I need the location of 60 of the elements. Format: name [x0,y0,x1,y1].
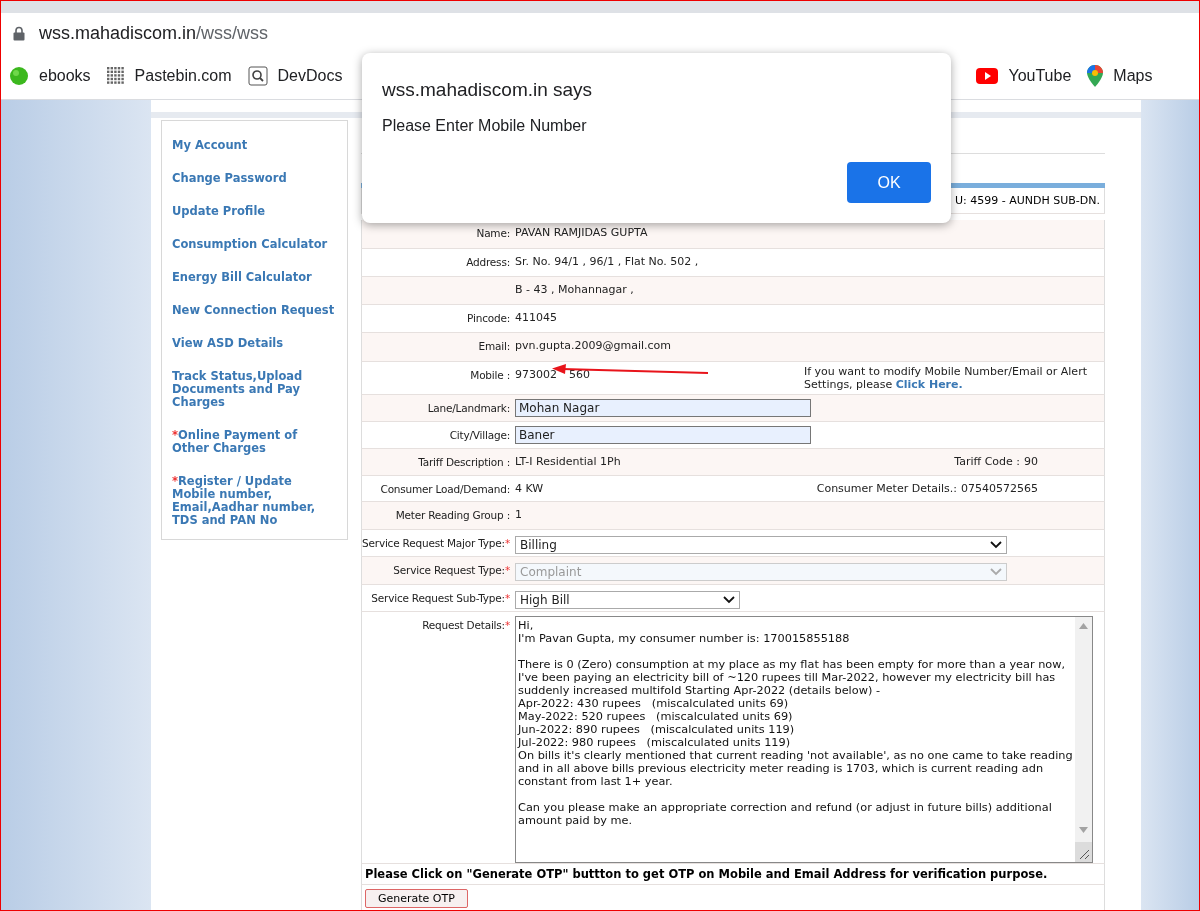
field-label: Consumer Meter Details.: [816,481,957,497]
sidebar-link[interactable]: Energy Bill Calculator [172,267,337,300]
bookmark[interactable]: YouTube [968,63,1080,89]
sidebar-link[interactable]: Consumption Calculator [172,234,337,267]
field-label: Lane/Landmark: [427,401,510,414]
field-label: Mobile : [470,368,510,381]
field-value: 411045 [515,311,557,327]
field-label: City/Village: [449,429,510,441]
field-label: Meter Reading Group : [395,508,510,521]
field-value: 4 KW [515,481,544,495]
required-mark: * [504,591,510,604]
generate-otp-button[interactable]: Generate OTP [365,889,468,908]
field-value: 07540572565 [961,481,1038,497]
bookmark[interactable]: ebooks [1,62,99,90]
click-here-link[interactable]: Click Here. [895,377,963,391]
field-label: Service Request Type: [393,564,505,577]
required-mark: * [504,619,510,631]
field-value: 973002 [515,367,557,383]
dialog-title: wss.mahadiscom.in says [382,79,593,100]
field-value: 90 [1024,455,1038,471]
field-label: Name: [476,227,510,240]
field-label: Request Details: [422,619,505,631]
sidebar-link[interactable]: Update Profile [172,201,337,234]
field-label: Email: [478,340,510,353]
bookmark[interactable]: Pastebin.com [98,63,240,89]
dropdown[interactable]: Billing [515,536,1007,555]
field-label: Service Request Sub-Type: [371,591,505,604]
sidebar-link[interactable]: *Online Payment of Other Charges [172,425,337,471]
sidebar-link[interactable]: View ASD Details [172,333,337,366]
dropdown[interactable]: High Bill [515,590,740,609]
field-value: 1 [515,507,522,523]
text-field[interactable]: Mohan Nagar [515,398,811,417]
field-label: Service Request Major Type: [362,537,505,550]
field-value: Sr. No. 94/1 , 96/1 , Flat No. 502 , [515,254,699,270]
sidebar-link[interactable]: My Account [172,135,337,168]
ok-button[interactable]: OK [847,162,931,203]
sidebar-link[interactable]: New Connection Request [172,300,337,333]
field-label: Pincode: [467,312,510,325]
field-value: PAVAN RAMJIDAS GUPTA [515,226,648,242]
field-value: LT-I Residential 1Ph [515,455,621,469]
required-mark: * [504,537,510,550]
field-label: Consumer Load/Demand: [380,482,510,495]
field-value: pvn.gupta.2009@gmail.com [515,339,671,355]
help-text: If you want to modify Mobile Number/Email or Alert Settings, please Click Here. [804,364,1088,393]
otp-notice: Please Click on "Generate OTP" buttton to get OTP on Mobile and Email Address for verification purpose. [365,867,1048,881]
dialog-message: Please Enter Mobile Number [382,117,587,134]
text-field[interactable]: Baner [515,426,811,444]
sidebar-link[interactable]: Track Status,Upload Documents and Pay Charges [172,366,337,425]
bookmark[interactable]: DevDocs [239,62,351,90]
url-text[interactable]: wss.mahadiscom.in/wss/wss [39,22,269,44]
field-label: Tariff Code : [954,455,1020,471]
office-text: U: 4599 - AUNDH SUB-DN. [955,193,1100,209]
required-mark: * [504,564,510,577]
sidebar-link[interactable]: *Register / Update Mobile number, Email,Aadhar number, TDS and PAN No [172,471,337,543]
bookmark[interactable]: Maps [1079,61,1161,91]
field-label: Address: [466,255,510,268]
field-value: 560 [569,367,590,383]
field-label: Tariff Description : [418,456,510,469]
sidebar-link[interactable]: Change Password [172,168,337,201]
field-value: B - 43 , Mohannagar , [515,282,634,298]
